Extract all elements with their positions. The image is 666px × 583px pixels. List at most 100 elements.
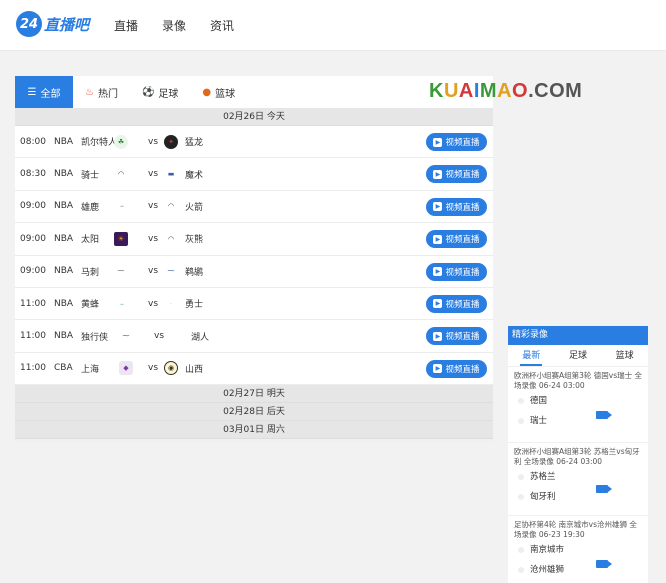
home-team-logo-icon: ⁓ <box>122 332 130 341</box>
nav-news[interactable]: 资讯 <box>210 17 234 34</box>
play-icon: ▶ <box>433 137 443 147</box>
replay-team-2: 沧州雄狮 <box>514 560 643 580</box>
replay-team-1: 苏格兰 <box>514 467 643 487</box>
match-time: 09:00 <box>20 233 46 244</box>
replay-sidebar: 精彩录像 最新 足球 篮球 欧洲杯小组赛A组第3轮 德国vs瑞士 全场录像 06… <box>508 326 648 583</box>
home-team: 上海 <box>81 364 100 375</box>
home-team: 雄鹿 <box>81 202 100 213</box>
match-league: NBA <box>54 201 74 212</box>
vs-label: vs <box>148 298 159 309</box>
sidebar-tab-basketball[interactable]: 篮球 <box>601 345 648 366</box>
away-team-logo-icon: ⁓ <box>167 267 175 276</box>
away-team-logo-icon: · <box>169 332 173 341</box>
tab-hot-label: 热门 <box>97 88 118 100</box>
home-team-logo-icon: ᠃ <box>118 203 124 212</box>
sidebar-tab-football[interactable]: 足球 <box>555 345 602 366</box>
brand-watermark: KUAIMAO.COM <box>429 80 583 102</box>
replay-title[interactable]: 足协杯第4轮 南京城市vs沧州雄狮 全场录像 06-23 19:30 <box>514 520 643 540</box>
video-live-button[interactable]: ▶ 视频直播 <box>426 197 487 216</box>
sidebar-tabs: 最新 足球 篮球 <box>508 345 648 367</box>
match-league: CBA <box>54 363 73 374</box>
tab-hot[interactable]: ♨ 热门 <box>73 76 130 108</box>
away-team-logo-icon: ◠ <box>167 202 175 211</box>
match-time: 11:00 <box>20 363 46 374</box>
home-team: 独行侠 <box>81 332 109 343</box>
video-camera-icon[interactable] <box>596 411 612 419</box>
home-team: 凯尔特人 <box>81 138 118 149</box>
away-team: 猛龙 <box>185 138 204 149</box>
tab-basketball[interactable]: ● 篮球 <box>190 76 247 108</box>
vs-label: vs <box>148 233 159 244</box>
replay-team-2: 瑞士 <box>514 411 643 431</box>
vs-label: vs <box>148 201 159 212</box>
replay-item[interactable]: 欧洲杯小组赛A组第3轮 德国vs瑞士 全场录像 06-24 03:00 德国 瑞… <box>508 367 648 443</box>
match-row: 09:00 NBA 太阳 ☀ vs ◠ 灰熊 ▶ 视频直播 <box>15 223 493 256</box>
video-live-button[interactable]: ▶ 视频直播 <box>426 359 487 378</box>
video-live-button[interactable]: ▶ 视频直播 <box>426 230 487 249</box>
match-list: 02月26日 今天 08:00 NBA 凯尔特人 ☘ vs ✦ 猛龙 ▶ 视频直… <box>15 108 493 440</box>
play-icon: ▶ <box>433 169 443 179</box>
home-team-logo-icon: ☘ <box>114 134 128 149</box>
play-icon: ▶ <box>433 234 443 244</box>
top-nav: 直播 录像 资讯 <box>114 17 234 34</box>
video-live-button[interactable]: ▶ 视频直播 <box>426 327 487 346</box>
video-live-button[interactable]: ▶ 视频直播 <box>426 294 487 313</box>
replay-item[interactable]: 欧洲杯小组赛A组第3轮 苏格兰vs匈牙利 全场录像 06-24 03:00 苏格… <box>508 443 648 516</box>
match-time: 09:00 <box>20 266 46 277</box>
play-icon: ▶ <box>433 202 443 212</box>
match-row: 08:00 NBA 凯尔特人 ☘ vs ✦ 猛龙 ▶ 视频直播 <box>15 126 493 159</box>
home-team-logo-icon: ⁓ <box>117 267 125 276</box>
date-header-today: 02月26日 今天 <box>15 108 493 126</box>
nav-live[interactable]: 直播 <box>114 17 138 34</box>
future-dates: 02月27日 明天 02月28日 后天 03月01日 周六 <box>15 385 493 440</box>
nav-replay[interactable]: 录像 <box>162 17 186 34</box>
match-league: NBA <box>54 169 74 180</box>
away-team: 山西 <box>185 364 204 375</box>
schedule-panel: ☰ 全部 ♨ 热门 ⚽ 足球 ● 篮球 KUAIMAO.COM 02月26日 今… <box>15 76 582 442</box>
fire-icon: ♨ <box>85 86 94 98</box>
filter-tabs: ☰ 全部 ♨ 热门 ⚽ 足球 ● 篮球 KUAIMAO.COM <box>15 76 582 108</box>
live-button-label: 视频直播 <box>445 138 480 148</box>
away-team: 湖人 <box>191 332 210 343</box>
live-button-label: 视频直播 <box>445 202 480 213</box>
home-team: 太阳 <box>81 235 100 246</box>
tab-football[interactable]: ⚽ 足球 <box>130 76 190 108</box>
home-team: 骑士 <box>81 170 100 181</box>
active-tab-underline <box>520 364 542 366</box>
video-live-button[interactable]: ▶ 视频直播 <box>426 165 487 184</box>
replay-title[interactable]: 欧洲杯小组赛A组第3轮 苏格兰vs匈牙利 全场录像 06-24 03:00 <box>514 447 643 467</box>
site-logo[interactable]: 24 直播吧 <box>16 11 89 37</box>
logo-text: 直播吧 <box>44 15 90 34</box>
away-team-logo-icon: ▬ <box>167 170 175 179</box>
live-button-label: 视频直播 <box>445 235 480 246</box>
tab-all[interactable]: ☰ 全部 <box>15 76 73 108</box>
replay-team-2: 匈牙利 <box>514 487 643 507</box>
live-button-label: 视频直播 <box>445 299 480 310</box>
away-team: 火箭 <box>185 202 204 213</box>
play-icon: ▶ <box>433 267 443 277</box>
match-row: 11:00 NBA 黄蜂 ᠃ vs · 勇士 ▶ 视频直播 <box>15 287 493 321</box>
replay-title[interactable]: 欧洲杯小组赛A组第3轮 德国vs瑞士 全场录像 06-24 03:00 <box>514 371 643 391</box>
video-live-button[interactable]: ▶ 视频直播 <box>426 262 487 281</box>
away-team: 魔术 <box>185 170 204 181</box>
video-live-button[interactable]: ▶ 视频直播 <box>426 133 487 151</box>
sidebar-tab-latest[interactable]: 最新 <box>508 345 555 366</box>
video-camera-icon[interactable] <box>596 485 612 493</box>
logo-badge: 24 <box>16 11 42 37</box>
match-time: 11:00 <box>20 298 46 309</box>
date-header-march1[interactable]: 03月01日 周六 <box>15 421 493 440</box>
sidebar-title: 精彩录像 <box>508 326 648 345</box>
away-team: 勇士 <box>185 300 204 311</box>
home-team: 马刺 <box>81 267 100 278</box>
away-team: 灰熊 <box>185 235 204 246</box>
date-header-tomorrow[interactable]: 02月27日 明天 <box>15 385 493 404</box>
home-team: 黄蜂 <box>81 300 100 311</box>
video-camera-icon[interactable] <box>596 560 612 568</box>
date-header-day-after[interactable]: 02月28日 后天 <box>15 403 493 422</box>
away-team-logo-icon: ◠ <box>167 234 175 243</box>
play-icon: ▶ <box>433 299 443 309</box>
replay-team-1: 德国 <box>514 391 643 411</box>
home-team-logo-icon: ☀ <box>114 231 128 246</box>
replay-team-1: 南京城市 <box>514 540 643 560</box>
replay-item[interactable]: 足协杯第4轮 南京城市vs沧州雄狮 全场录像 06-23 19:30 南京城市 … <box>508 516 648 582</box>
